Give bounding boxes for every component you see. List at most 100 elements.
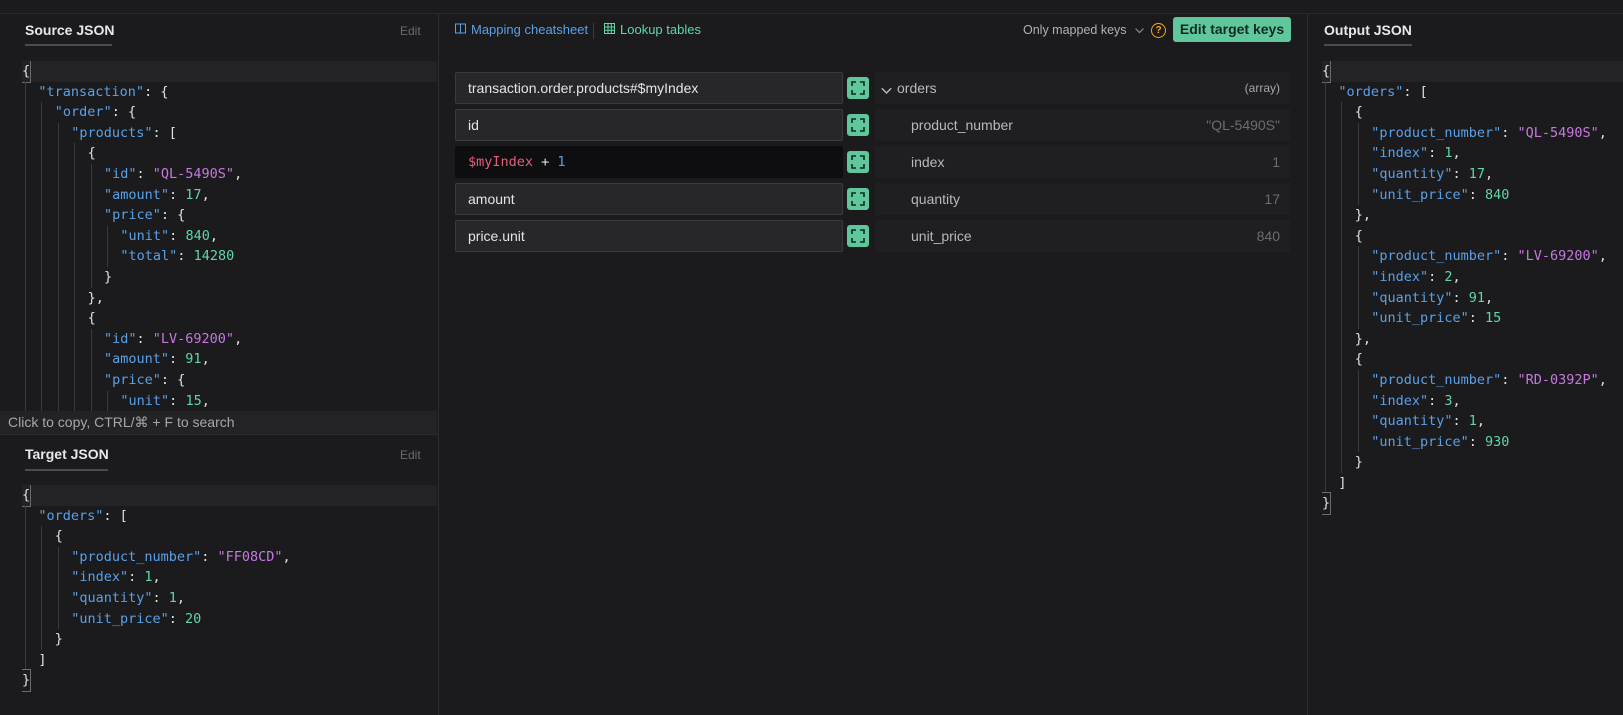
indent-guide xyxy=(25,390,26,411)
json-number: 1 xyxy=(1444,145,1453,162)
indent-guide xyxy=(1325,266,1326,288)
json-punctuation: : { xyxy=(160,371,186,388)
chevron-down-icon xyxy=(1134,23,1144,37)
indent-guide xyxy=(107,246,108,267)
json-key: "unit_price" xyxy=(71,610,169,627)
edit-target-keys-button[interactable]: Edit target keys xyxy=(1173,17,1291,42)
json-punctuation: } xyxy=(104,268,113,285)
indent-guide xyxy=(74,163,76,185)
target-row-quantity[interactable]: quantity 17 xyxy=(875,183,1290,215)
json-punctuation: } xyxy=(22,669,32,692)
json-key: "index" xyxy=(1371,268,1429,285)
json-punctuation: { xyxy=(1354,351,1363,368)
json-punctuation: }, xyxy=(1354,330,1372,347)
indent-guide xyxy=(25,505,26,527)
source-expression-input[interactable]: $myIndex + 1 xyxy=(455,146,843,178)
indent-guide xyxy=(74,266,76,288)
code-line: }, xyxy=(22,287,437,309)
source-json-editor[interactable]: {"transaction": {"order": {"products": [… xyxy=(22,61,437,411)
indent-guide xyxy=(1325,102,1326,123)
indent-guide xyxy=(74,246,76,267)
output-json-viewer[interactable]: {"orders": [{"product_number": "QL-5490S… xyxy=(1322,61,1623,521)
json-punctuation: : [ xyxy=(103,507,128,524)
source-path-input[interactable]: id xyxy=(455,109,843,141)
indent-guide xyxy=(57,163,59,185)
json-key: "amount" xyxy=(104,186,170,203)
expand-icon[interactable] xyxy=(847,77,869,99)
json-key: "unit_price" xyxy=(1371,186,1469,203)
json-punctuation: , xyxy=(1485,165,1494,182)
json-punctuation: : xyxy=(1428,392,1445,409)
target-row-unit-price[interactable]: unit_price 840 xyxy=(875,220,1290,252)
source-path-input[interactable]: price.unit xyxy=(455,220,843,252)
indent-guide xyxy=(74,390,76,411)
indent-guide xyxy=(74,328,76,350)
source-edit-button[interactable]: Edit xyxy=(400,24,421,38)
json-punctuation: , xyxy=(201,351,210,368)
json-punctuation: }, xyxy=(87,289,104,306)
indent-guide xyxy=(1341,184,1343,206)
indent-guide xyxy=(25,328,26,350)
question-circle-icon[interactable]: ? xyxy=(1151,23,1166,38)
target-row-orders[interactable]: orders (array) xyxy=(875,72,1290,104)
json-punctuation: } xyxy=(1354,454,1363,471)
table-icon xyxy=(604,22,615,37)
code-line: "product_number": "FF08CD", xyxy=(22,546,437,568)
code-line: "price": { xyxy=(22,369,437,391)
json-punctuation: }, xyxy=(1354,207,1372,224)
only-mapped-keys-select[interactable]: Only mapped keys xyxy=(1023,23,1144,37)
target-key-label: index xyxy=(911,154,945,170)
target-json-editor[interactable]: {"orders": [{"product_number": "FF08CD",… xyxy=(22,485,437,700)
json-string: "LV-69200" xyxy=(1517,248,1599,265)
target-edit-button[interactable]: Edit xyxy=(400,448,421,462)
indent-guide xyxy=(1341,411,1343,432)
target-row-product-number[interactable]: product_number "QL-5490S" xyxy=(875,109,1290,141)
expand-icon[interactable] xyxy=(847,114,869,136)
source-path-input[interactable]: transaction.order.products#$myIndex xyxy=(455,72,843,104)
json-punctuation: : xyxy=(168,610,185,627)
lookup-tables-label: Lookup tables xyxy=(620,22,701,37)
code-line: "index": 2, xyxy=(1322,266,1623,288)
json-number: 15 xyxy=(185,392,202,409)
indent-guide xyxy=(41,587,43,609)
indent-guide xyxy=(1341,369,1343,391)
indent-guide xyxy=(25,143,26,164)
mapping-cheatsheet-link[interactable]: Mapping cheatsheet xyxy=(455,22,588,37)
indent-guide xyxy=(41,567,43,588)
indent-guide xyxy=(74,308,76,329)
expand-icon[interactable] xyxy=(847,188,869,210)
lookup-tables-link[interactable]: Lookup tables xyxy=(604,22,701,37)
indent-guide xyxy=(41,122,43,144)
json-punctuation: , xyxy=(1598,248,1607,265)
json-key: "product_number" xyxy=(71,548,202,565)
chevron-down-icon[interactable] xyxy=(881,82,892,98)
indent-guide xyxy=(74,184,76,206)
code-line: "amount": 17, xyxy=(22,184,437,206)
json-punctuation: : xyxy=(1501,371,1518,388)
json-key: "index" xyxy=(1371,392,1429,409)
indent-guide xyxy=(74,205,76,226)
json-number: 840 xyxy=(185,227,210,244)
code-line: { xyxy=(22,485,437,507)
code-line: "unit_price": 15 xyxy=(1322,308,1623,329)
code-line: } xyxy=(1322,492,1623,516)
indent-guide xyxy=(57,246,59,267)
target-row-index[interactable]: index 1 xyxy=(875,146,1290,178)
code-line: "transaction": { xyxy=(22,81,437,103)
indent-guide xyxy=(41,143,43,164)
expand-icon[interactable] xyxy=(847,151,869,173)
json-number: 2 xyxy=(1444,268,1453,285)
json-key: "index" xyxy=(1371,145,1429,162)
json-punctuation: { xyxy=(1322,61,1332,83)
source-target-divider xyxy=(0,434,438,435)
code-line: "id": "LV-69200", xyxy=(22,328,437,350)
indent-guide xyxy=(41,349,43,370)
source-path-input[interactable]: amount xyxy=(455,183,843,215)
json-punctuation: , xyxy=(201,392,210,409)
code-line: { xyxy=(1322,61,1623,83)
indent-guide xyxy=(1325,81,1326,103)
expand-icon[interactable] xyxy=(847,225,869,247)
expression-variable: $myIndex xyxy=(468,154,534,170)
indent-guide xyxy=(25,567,26,588)
indent-guide xyxy=(25,225,26,247)
